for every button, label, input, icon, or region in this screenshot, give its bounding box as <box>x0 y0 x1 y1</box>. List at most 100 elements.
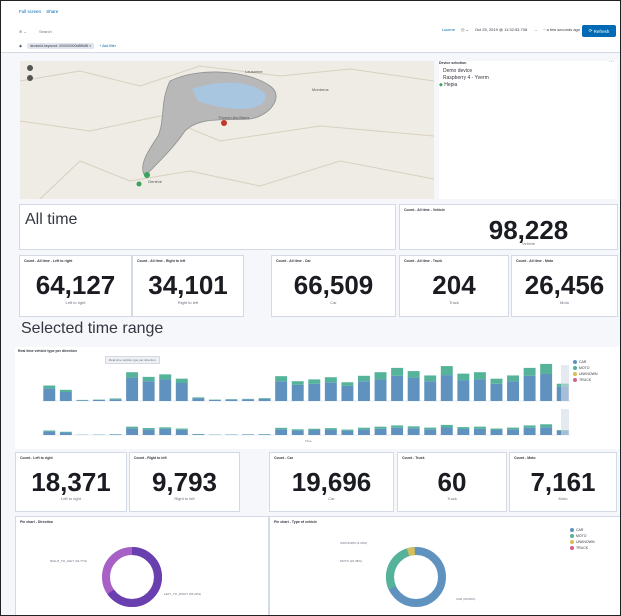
bar-car[interactable] <box>159 379 172 401</box>
bar-moto[interactable] <box>291 381 304 385</box>
zoom-out-icon[interactable] <box>27 75 33 81</box>
bar-moto[interactable] <box>473 372 486 380</box>
bar-car[interactable] <box>341 385 354 401</box>
bar-moto[interactable] <box>507 375 519 382</box>
zoom-in-icon[interactable] <box>27 65 33 71</box>
brush-handle[interactable] <box>561 409 569 435</box>
bar-moto[interactable] <box>308 379 321 384</box>
bar-car[interactable] <box>324 429 337 435</box>
device-item-raspberry[interactable]: Raspberry 4 - Yverm <box>443 75 489 81</box>
bar-car[interactable] <box>43 388 56 401</box>
map-marker[interactable] <box>144 172 150 178</box>
bar-moto[interactable] <box>59 431 72 433</box>
bar-moto[interactable] <box>457 373 470 381</box>
bar-car[interactable] <box>490 383 503 401</box>
bar-moto[interactable] <box>192 397 205 399</box>
bar-moto[interactable] <box>523 425 536 428</box>
bar-car[interactable] <box>540 374 553 401</box>
calendar-icon[interactable]: ◷ ⌄ <box>461 27 469 32</box>
bar-moto[interactable] <box>175 428 188 430</box>
pie-vehicle-chart[interactable] <box>270 517 621 616</box>
bar-car[interactable] <box>457 380 470 401</box>
bar-moto[interactable] <box>258 398 271 399</box>
bar-car[interactable] <box>507 429 519 435</box>
device-item-demo[interactable]: Demo device <box>443 68 472 74</box>
bar-car[interactable] <box>93 399 105 401</box>
bar-car[interactable] <box>142 429 155 435</box>
bar-car[interactable] <box>424 381 437 401</box>
bar-car[interactable] <box>540 427 553 435</box>
bar-car[interactable] <box>175 383 188 401</box>
bar-car[interactable] <box>473 428 486 435</box>
bar-moto[interactable] <box>142 428 155 430</box>
bar-moto[interactable] <box>440 366 453 376</box>
bar-car[interactable] <box>391 427 404 435</box>
bar-car[interactable] <box>59 392 72 401</box>
bar-car[interactable] <box>275 429 288 435</box>
bar-car[interactable] <box>324 382 337 401</box>
bar-moto[interactable] <box>159 427 172 429</box>
map-marker[interactable] <box>136 181 142 187</box>
bar-moto[interactable] <box>358 427 370 430</box>
legend-item-truck[interactable]: TRUCK <box>573 377 597 383</box>
panel-options-icon[interactable]: ⋯ <box>609 59 614 65</box>
bar-car[interactable] <box>507 381 519 401</box>
bar-chart[interactable] <box>15 355 575 447</box>
bar-moto[interactable] <box>540 363 553 374</box>
bar-car[interactable] <box>109 434 122 435</box>
bar-moto[interactable] <box>358 375 370 382</box>
full-screen-link[interactable]: Full screen <box>19 9 41 14</box>
bar-moto[interactable] <box>43 430 56 432</box>
time-end[interactable]: ~ a few seconds ago <box>543 27 580 32</box>
bar-car[interactable] <box>358 429 370 435</box>
bar-car[interactable] <box>308 430 321 435</box>
bar-car[interactable] <box>291 384 304 401</box>
bar-moto[interactable] <box>407 371 420 378</box>
bar-car[interactable] <box>523 375 536 401</box>
share-link[interactable]: Share <box>46 9 58 14</box>
bar-car[interactable] <box>258 434 271 435</box>
bar-car[interactable] <box>407 377 420 401</box>
bar-car[interactable] <box>457 428 470 435</box>
bar-car[interactable] <box>142 381 155 401</box>
bar-car[interactable] <box>440 375 453 401</box>
bar-moto[interactable] <box>391 425 404 428</box>
bar-moto[interactable] <box>457 427 470 429</box>
bar-moto[interactable] <box>43 385 56 389</box>
bar-car[interactable] <box>440 427 453 435</box>
bar-car[interactable] <box>490 430 503 435</box>
bar-car[interactable] <box>358 381 370 401</box>
bar-car[interactable] <box>407 428 420 435</box>
bar-car[interactable] <box>192 434 205 435</box>
bar-car[interactable] <box>59 432 72 435</box>
bar-moto[interactable] <box>324 377 337 383</box>
add-icon[interactable]: ⊕ ⌄ <box>19 29 27 34</box>
bar-moto[interactable] <box>374 372 387 380</box>
bar-car[interactable] <box>242 399 254 401</box>
bar-car[interactable] <box>126 428 139 435</box>
search-input[interactable] <box>39 28 339 35</box>
bar-moto[interactable] <box>126 426 139 429</box>
bar-moto[interactable] <box>308 428 321 431</box>
bar-moto[interactable] <box>142 376 155 382</box>
refresh-button[interactable]: ⟳ Refresh <box>582 25 616 37</box>
bar-car[interactable] <box>341 430 354 435</box>
add-filter-link[interactable]: + Add filter <box>99 44 116 48</box>
bar-moto[interactable] <box>490 428 503 431</box>
bar-car[interactable] <box>192 398 205 401</box>
bar-car[interactable] <box>242 434 254 435</box>
pie-direction-chart[interactable] <box>16 517 270 616</box>
device-item-hepia-row[interactable]: ◆ Hepia <box>439 82 457 88</box>
bar-car[interactable] <box>374 379 387 401</box>
bar-moto[interactable] <box>440 424 453 428</box>
bar-moto[interactable] <box>175 378 188 383</box>
bar-car[interactable] <box>291 430 304 435</box>
bar-car[interactable] <box>258 398 271 401</box>
bar-moto[interactable] <box>490 378 503 384</box>
bar-moto[interactable] <box>126 372 139 378</box>
bar-moto[interactable] <box>109 398 122 400</box>
bar-moto[interactable] <box>341 429 354 431</box>
bar-car[interactable] <box>391 375 404 401</box>
bar-car[interactable] <box>424 429 437 435</box>
bar-moto[interactable] <box>391 367 404 376</box>
